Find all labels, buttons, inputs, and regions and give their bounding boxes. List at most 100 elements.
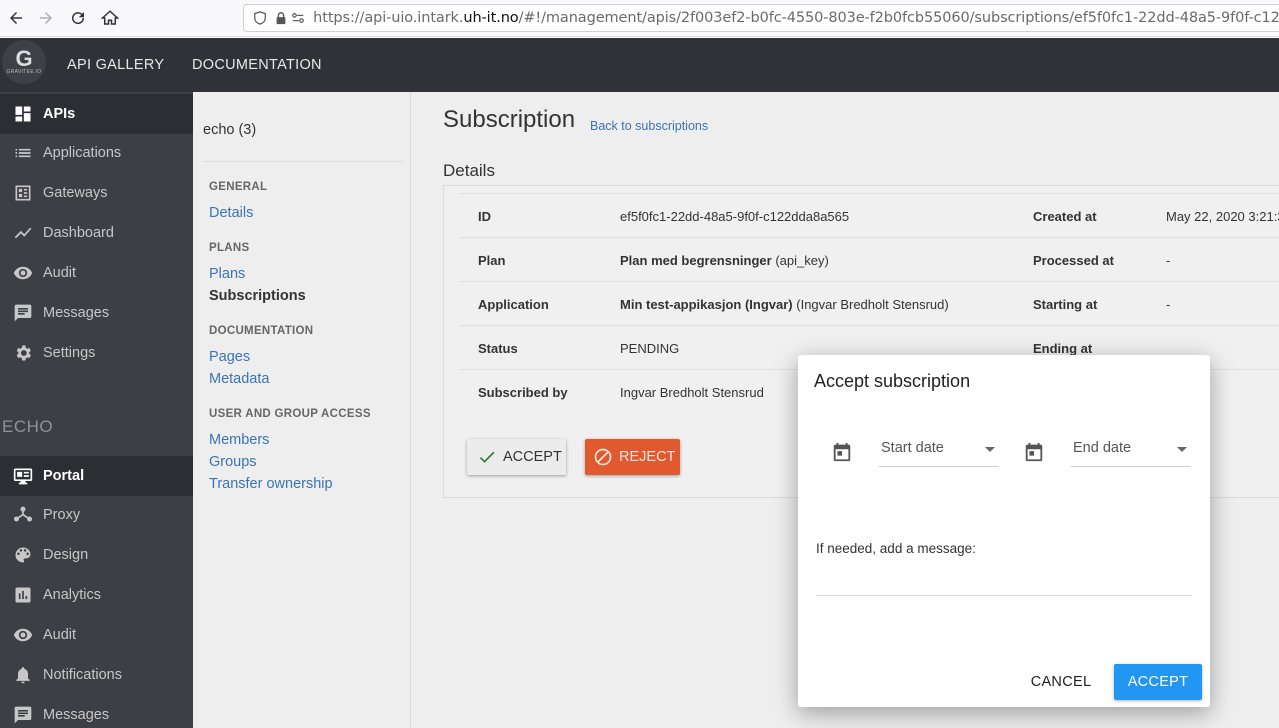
back-arrow-icon[interactable] [4, 6, 28, 30]
accept-button-label: ACCEPT [503, 449, 562, 465]
page-title: Subscription [443, 106, 576, 133]
reject-button-label: REJECT [619, 449, 676, 465]
subnav-link-subscriptions[interactable]: Subscriptions [209, 288, 306, 304]
trending-line-icon [12, 222, 34, 244]
end-date-placeholder: End date [1073, 440, 1132, 456]
sidebar-item-label: Applications [43, 145, 122, 161]
nav-documentation[interactable]: DOCUMENTATION [192, 57, 322, 73]
subnav-link-plans[interactable]: Plans [209, 266, 245, 282]
lock-icon[interactable] [273, 10, 288, 26]
app-header: G GRAVITEE.IO API GALLERY DOCUMENTATION [0, 38, 1279, 92]
message-label: If needed, add a message: [816, 541, 976, 556]
sidebar-item-gateways[interactable]: Gateways [0, 173, 193, 213]
subnav-link-members[interactable]: Members [209, 432, 269, 448]
sidebar-item-notifications[interactable]: Notifications [0, 655, 193, 695]
check-icon [479, 451, 495, 463]
permissions-icon[interactable] [290, 10, 305, 26]
sidebar-item-api-audit[interactable]: Audit [0, 615, 193, 655]
sidebar-item-label: Settings [43, 345, 96, 361]
sidebar-item-label: Analytics [43, 587, 102, 603]
message-icon [12, 302, 34, 324]
subnav-link-metadata[interactable]: Metadata [209, 371, 269, 387]
detail-value: Ingvar Bredholt Stensrud [620, 385, 764, 400]
detail-value: ef5f0fc1-22dd-48a5-9f0f-c122dda8a565 [620, 209, 850, 224]
sidebar-item-label: Messages [43, 707, 110, 723]
gravitee-logo[interactable]: G GRAVITEE.IO [2, 40, 46, 84]
bell-icon [12, 664, 34, 686]
divider [203, 161, 403, 162]
detail-key: Ending at [1033, 341, 1093, 356]
start-date-placeholder: Start date [881, 440, 944, 456]
detail-key: Created at [1033, 209, 1097, 224]
dashboard-grid-icon [12, 103, 34, 125]
sidebar-item-label: Audit [43, 627, 77, 643]
sidebar-item-label: Design [43, 547, 89, 563]
detail-key: Subscribed by [478, 385, 568, 400]
dialog-accept-button[interactable]: ACCEPT [1114, 664, 1202, 700]
detail-row-application: Application Min test-appikasjon (Ingvar)… [460, 281, 1279, 325]
back-to-subscriptions-link[interactable]: Back to subscriptions [590, 119, 708, 133]
gear-icon [12, 342, 34, 364]
sidebar-item-audit[interactable]: Audit [0, 253, 193, 293]
detail-value: - [1166, 253, 1171, 268]
dialog-title: Accept subscription [814, 371, 971, 391]
sidebar-item-api-messages[interactable]: Messages [0, 695, 193, 728]
subnav-link-details[interactable]: Details [209, 205, 253, 221]
sidebar-item-label: Proxy [43, 507, 81, 523]
eye-icon [12, 624, 34, 646]
status-value: PENDING [620, 341, 680, 356]
detail-value: - [1166, 297, 1171, 312]
details-heading: Details [443, 161, 495, 180]
forward-arrow-icon[interactable] [34, 6, 58, 30]
calendar-icon[interactable] [1023, 441, 1047, 465]
detail-value: Plan med begrensninger (api_key) [620, 253, 829, 268]
sidebar-item-messages[interactable]: Messages [0, 293, 193, 333]
subnav-link-groups[interactable]: Groups [209, 454, 257, 470]
reload-icon[interactable] [66, 6, 90, 30]
detail-value: Min test-appikasjon (Ingvar) (Ingvar Bre… [620, 297, 949, 312]
shield-icon[interactable] [252, 10, 267, 26]
sidebar: APIs Applications Gateways Dashboard Aud… [0, 92, 193, 728]
accept-button[interactable]: ACCEPT [467, 439, 566, 475]
message-input[interactable] [816, 595, 1192, 596]
detail-key: Plan [478, 253, 506, 268]
address-bar[interactable]: https://api-uio.intark.uh-it.no/#!/manag… [243, 4, 1279, 32]
api-name: echo (3) [203, 122, 257, 138]
sidebar-item-applications[interactable]: Applications [0, 133, 193, 173]
message-icon [12, 704, 34, 726]
calendar-icon[interactable] [831, 441, 855, 465]
sidebar-item-label: Messages [43, 305, 110, 321]
sidebar-item-design[interactable]: Design [0, 535, 193, 575]
api-subnav: echo (3) GENERAL Details PLANS Plans Sub… [193, 92, 411, 728]
chevron-down-icon[interactable] [985, 447, 995, 452]
detail-row-plan: Plan Plan med begrensninger (api_key) Pr… [460, 237, 1279, 281]
detail-key: Status [478, 341, 518, 356]
portal-icon [12, 465, 34, 487]
sidebar-item-portal[interactable]: Portal [0, 456, 193, 496]
sidebar-item-label: Dashboard [43, 225, 114, 241]
proxy-icon [12, 504, 34, 526]
chevron-down-icon[interactable] [1177, 447, 1187, 452]
end-date-input[interactable]: End date [1071, 435, 1191, 467]
start-date-input[interactable]: Start date [879, 435, 999, 467]
sidebar-item-analytics[interactable]: Analytics [0, 575, 193, 615]
nav-api-gallery[interactable]: API GALLERY [67, 57, 164, 73]
subnav-link-transfer-ownership[interactable]: Transfer ownership [209, 476, 333, 492]
sidebar-item-apis[interactable]: APIs [0, 94, 193, 134]
sidebar-item-settings[interactable]: Settings [0, 333, 193, 373]
gateways-icon [12, 182, 34, 204]
subnav-link-pages[interactable]: Pages [209, 349, 250, 365]
cancel-button[interactable]: CANCEL [1020, 665, 1102, 699]
home-icon[interactable] [98, 6, 122, 30]
detail-row-id: ID ef5f0fc1-22dd-48a5-9f0f-c122dda8a565 … [460, 193, 1279, 237]
subnav-section-general: GENERAL [209, 181, 268, 193]
reject-button[interactable]: REJECT [585, 439, 680, 475]
subnav-section-documentation: DOCUMENTATION [209, 325, 314, 337]
subnav-section-access: USER AND GROUP ACCESS [209, 408, 371, 420]
block-icon [594, 448, 612, 466]
accept-subscription-dialog: Accept subscription Start date End date … [798, 355, 1210, 707]
detail-key: Starting at [1033, 297, 1098, 312]
sidebar-item-label: Portal [43, 468, 85, 484]
sidebar-item-dashboard[interactable]: Dashboard [0, 213, 193, 253]
sidebar-item-proxy[interactable]: Proxy [0, 495, 193, 535]
